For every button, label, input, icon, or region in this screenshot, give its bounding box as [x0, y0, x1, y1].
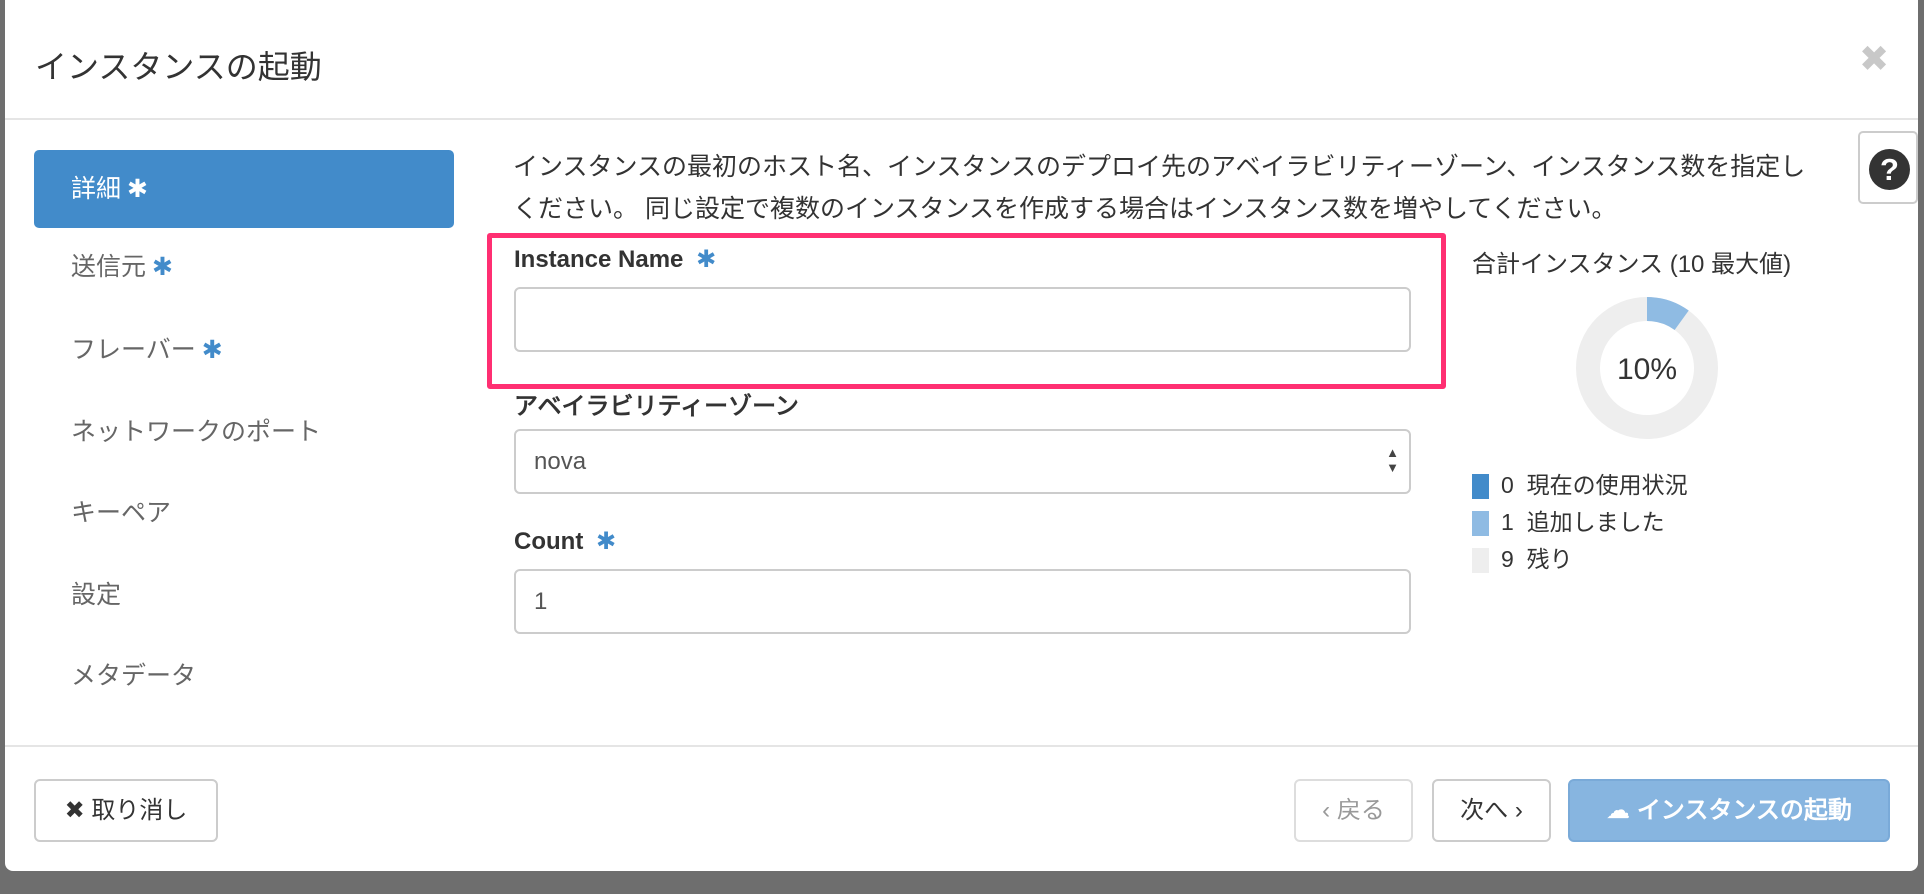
required-icon: ✱ [152, 253, 173, 281]
description-line: インスタンスの最初のホスト名、インスタンスのデプロイ先のアベイラビリティーゾーン… [513, 153, 1806, 181]
question-icon: ? [1869, 149, 1910, 190]
sidebar-item-label: キーペア [71, 499, 172, 527]
quota-donut-chart: 10% [1576, 297, 1718, 439]
button-label: インスタンスの起動 [1636, 797, 1852, 824]
required-icon: ✱ [201, 336, 223, 364]
quota-title: 合計インスタンス (10 最大値) [1472, 251, 1792, 278]
divider [5, 745, 1918, 747]
close-icon: ✖ [64, 797, 85, 824]
launch-instance-button[interactable]: ☁ インスタンスの起動 [1568, 779, 1890, 842]
select-arrows-icon: ▲ ▼ [1386, 445, 1399, 475]
legend-value: 1 [1501, 509, 1514, 535]
close-icon[interactable]: ✖ [1859, 38, 1889, 80]
sidebar-item-network-ports[interactable]: ネットワークのポート [34, 393, 454, 471]
sidebar-item-flavor[interactable]: フレーバー ✱ [34, 311, 454, 389]
description: インスタンスの最初のホスト名、インスタンスのデプロイ先のアベイラビリティーゾーン… [513, 146, 1863, 230]
help-button[interactable]: ? [1858, 131, 1918, 204]
donut-percent: 10% [1617, 353, 1677, 386]
sidebar-item-label: メタデータ [71, 662, 197, 690]
legend-item-added: 1 追加しました [1472, 507, 1665, 537]
legend-swatch [1472, 511, 1489, 537]
back-button[interactable]: ‹ 戻る [1294, 779, 1413, 842]
legend-swatch [1472, 548, 1489, 574]
availability-zone-label: アベイラビリティーゾーン [514, 393, 799, 420]
sidebar-item-label: 詳細 [71, 175, 122, 203]
donut-added [1646, 297, 1689, 331]
legend-value: 9 [1501, 546, 1514, 572]
required-icon: ✱ [127, 175, 148, 203]
next-button[interactable]: 次へ › [1432, 779, 1551, 842]
dialog-title: インスタンスの起動 [35, 49, 322, 85]
sidebar-item-configuration[interactable]: 設定 [34, 556, 454, 634]
cloud-upload-icon: ☁ [1606, 797, 1631, 824]
label-text: Instance Name [514, 246, 684, 273]
legend-label: 残り [1526, 546, 1573, 572]
required-icon: ✱ [696, 246, 717, 273]
instance-name-label: Instance Name ✱ [514, 245, 716, 274]
count-input[interactable]: 1 [514, 569, 1411, 634]
legend-swatch [1472, 474, 1489, 500]
sidebar-item-label: フレーバー [71, 336, 196, 364]
legend-label: 現在の使用状況 [1526, 472, 1688, 498]
legend-item-remaining: 9 残り [1472, 544, 1573, 574]
sidebar-item-details[interactable]: 詳細 ✱ [34, 150, 454, 228]
sidebar-item-label: 設定 [71, 581, 122, 609]
selected-value: nova [534, 448, 587, 475]
cancel-button[interactable]: ✖ 取り消し [34, 779, 218, 842]
label-text: Count [514, 528, 584, 555]
instance-name-input[interactable] [514, 287, 1411, 352]
availability-zone-select[interactable]: nova ▲ ▼ [514, 429, 1411, 494]
launch-instance-dialog: インスタンスの起動 ✖ 詳細 ✱ 送信元 ✱ フレーバー ✱ ネットワークのポート キ… [5, 0, 1918, 871]
sidebar-item-key-pair[interactable]: キーペア [34, 474, 454, 552]
required-icon: ✱ [595, 528, 617, 555]
sidebar-item-metadata[interactable]: メタデータ [34, 637, 454, 715]
count-label: Count ✱ [514, 527, 616, 556]
legend-label: 追加しました [1526, 509, 1665, 535]
sidebar-item-source[interactable]: 送信元 ✱ [34, 228, 454, 306]
sidebar-item-label: ネットワークのポート [71, 418, 322, 446]
description-line: ください。 同じ設定で複数のインスタンスを作成する場合はインスタンス数を増やして… [513, 195, 1617, 223]
divider [5, 118, 1918, 120]
legend-item-current: 0 現在の使用状況 [1472, 470, 1688, 500]
button-label: 取り消し [91, 797, 188, 824]
legend-value: 0 [1501, 472, 1514, 498]
sidebar-item-label: 送信元 [71, 253, 147, 281]
